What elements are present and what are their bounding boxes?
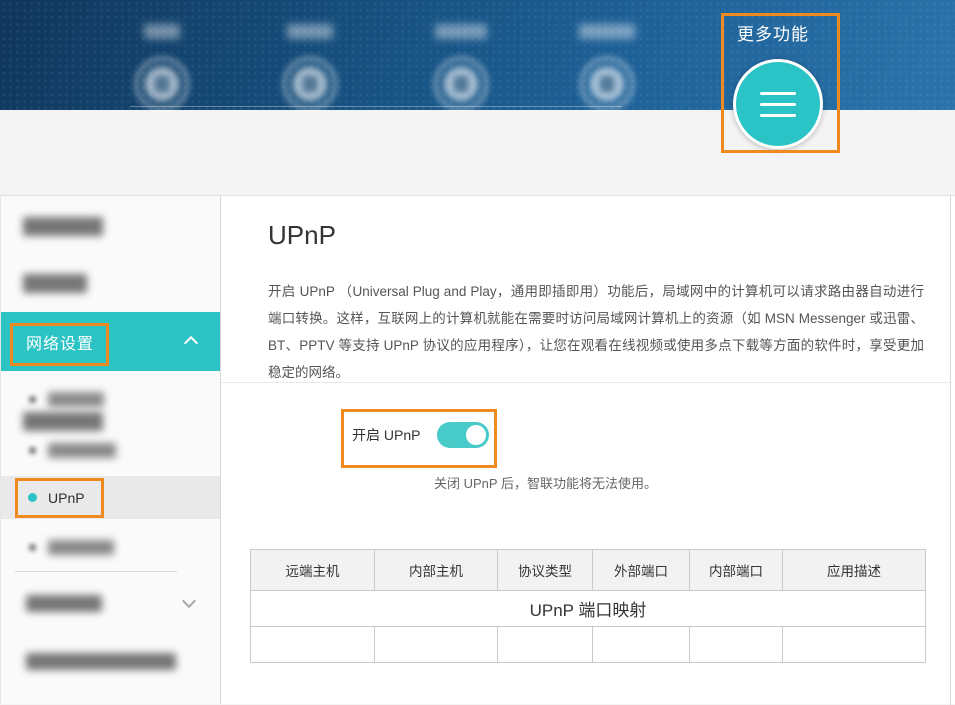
nav-underline (130, 106, 622, 107)
toggle-label: 开启 UPnP (352, 425, 420, 445)
sidebar-item-upnp[interactable]: UPnP (1, 476, 220, 519)
active-bullet-icon (28, 493, 37, 502)
upnp-toggle-switch[interactable] (437, 422, 489, 448)
antenna-icon (579, 56, 635, 112)
more-functions-label: 更多功能 (737, 20, 823, 45)
wifi-icon (433, 56, 489, 112)
panel-right-border (950, 196, 951, 705)
nav-label-blurred (435, 24, 487, 39)
table-row (251, 627, 926, 663)
upnp-toggle-row: 开启 UPnP (352, 419, 489, 451)
sidebar-subitem-blurred-2[interactable] (48, 443, 116, 458)
chevron-up-icon (184, 336, 198, 350)
sidebar: 网络设置 UPnP (0, 195, 221, 704)
sidebar-item-blurred-1-bar[interactable] (23, 217, 103, 236)
sub-bullet-icon (29, 544, 36, 551)
col-internal-port: 内部端口 (690, 550, 783, 591)
nav-label-blurred (144, 24, 180, 39)
table-cell-empty (375, 627, 498, 663)
sub-bullet-icon (29, 447, 36, 454)
col-protocol-type: 协议类型 (498, 550, 593, 591)
col-internal-host: 内部主机 (375, 550, 498, 591)
home-status-icon (134, 56, 190, 112)
header-nav-item-blurred-2[interactable] (265, 24, 355, 112)
table-cell-empty (593, 627, 690, 663)
table-cell-empty (690, 627, 783, 663)
toggle-knob (466, 425, 486, 445)
sidebar-item-blurred-2-bar[interactable] (23, 274, 87, 293)
menu-icon (760, 92, 796, 95)
sidebar-item-blurred-wifi[interactable] (26, 595, 102, 612)
table-title-row: UPnP 端口映射 (251, 591, 926, 627)
network-settings-label: 网络设置 (26, 330, 94, 354)
page-title: UPnP (268, 220, 336, 251)
main-content-panel: UPnP 开启 UPnP （Universal Plug and Play，通用… (221, 195, 955, 704)
table-cell-empty (498, 627, 593, 663)
section-divider (221, 382, 950, 383)
sidebar-subitem-blurred-3[interactable] (48, 540, 114, 555)
chevron-down-icon (182, 594, 196, 608)
header-nav-item-blurred-4[interactable] (562, 24, 652, 112)
upnp-port-mapping-table: UPnP 端口映射 远端主机 内部主机 协议类型 外部端口 内部端口 应用描述 (250, 549, 926, 663)
table-header-row: 远端主机 内部主机 协议类型 外部端口 内部端口 应用描述 (251, 550, 926, 591)
col-app-description: 应用描述 (783, 550, 926, 591)
sidebar-item-blurred-1[interactable] (1, 406, 220, 436)
col-remote-host: 远端主机 (251, 550, 375, 591)
header-nav-item-blurred-1[interactable] (117, 24, 207, 112)
upnp-item-label: UPnP (48, 490, 85, 506)
table-cell-empty (251, 627, 375, 663)
nav-label-blurred (287, 24, 333, 39)
sidebar-subitem-blurred-1[interactable] (48, 392, 104, 407)
table-cell-empty (783, 627, 926, 663)
more-functions-button[interactable] (733, 59, 823, 149)
upnp-description: 开启 UPnP （Universal Plug and Play，通用即插即用）… (268, 278, 924, 386)
table-title: UPnP 端口映射 (251, 591, 926, 627)
sub-bullet-icon (29, 396, 36, 403)
sidebar-item-blurred-long[interactable] (26, 653, 176, 670)
header-nav-item-blurred-3[interactable] (416, 24, 506, 112)
col-external-port: 外部端口 (593, 550, 690, 591)
router-admin-page: 更多功能 网络设置 UPnP (0, 0, 955, 704)
sidebar-divider (15, 571, 177, 572)
device-icon (282, 56, 338, 112)
sidebar-section-network-settings[interactable]: 网络设置 (1, 312, 220, 371)
nav-label-blurred (579, 24, 635, 39)
upnp-note: 关闭 UPnP 后，智联功能将无法使用。 (434, 473, 657, 492)
